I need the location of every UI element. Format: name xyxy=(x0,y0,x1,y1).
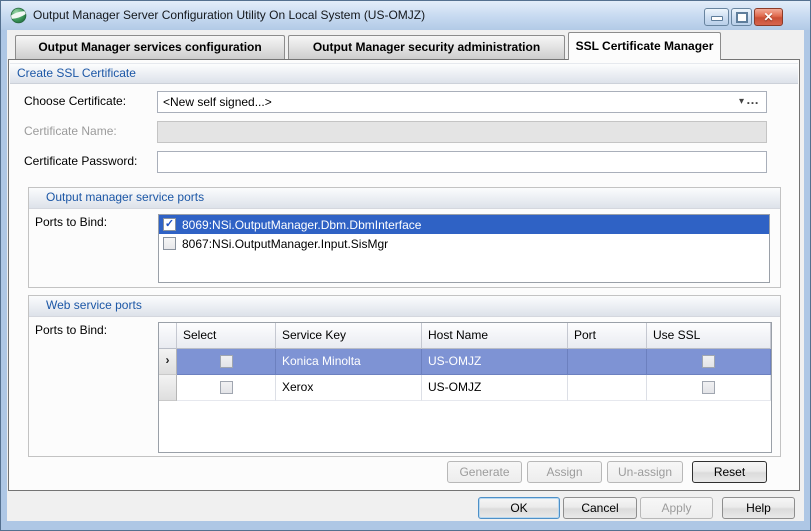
reset-button[interactable]: Reset xyxy=(692,461,767,483)
group-title: Web service ports xyxy=(46,298,142,312)
ports-to-bind-label: Ports to Bind: xyxy=(35,215,108,229)
tab-output-manager-services-configuration[interactable]: Output Manager services configuration xyxy=(15,35,285,59)
tab-label: SSL Certificate Manager xyxy=(575,39,714,53)
group-header: Web service ports xyxy=(29,296,780,317)
service-key-cell: Konica Minolta xyxy=(276,349,422,375)
use-ssl-cell xyxy=(647,349,771,375)
window: Output Manager Server Configuration Util… xyxy=(0,0,811,531)
row-indicator-header-cell xyxy=(159,323,177,349)
checkbox-unchecked-icon[interactable] xyxy=(219,381,233,394)
group-web-service-ports: Web service ports Ports to Bind: Select … xyxy=(28,295,781,457)
certificate-password-field[interactable] xyxy=(157,151,767,173)
checkbox-unchecked-icon[interactable] xyxy=(702,355,715,368)
unassign-button[interactable]: Un-assign xyxy=(607,461,683,483)
certificate-password-label: Certificate Password: xyxy=(24,154,138,168)
checkbox-unchecked-icon[interactable] xyxy=(163,237,176,250)
section-header-create-ssl-certificate: Create SSL Certificate xyxy=(10,63,798,84)
app-icon xyxy=(10,7,27,24)
certificate-name-field xyxy=(157,121,767,143)
table-row[interactable]: › Konica Minolta US-OMJZ xyxy=(159,349,771,375)
host-name-cell: US-OMJZ xyxy=(422,375,568,401)
dialog-client-area: Output Manager services configuration Ou… xyxy=(7,30,804,521)
minimize-icon xyxy=(710,16,723,21)
minimize-button[interactable] xyxy=(704,8,729,26)
column-header-host-name[interactable]: Host Name xyxy=(422,323,568,349)
ports-to-bind-label: Ports to Bind: xyxy=(35,323,108,337)
browse-ellipsis-button[interactable]: … xyxy=(746,92,760,107)
choose-certificate-label: Choose Certificate: xyxy=(24,94,127,108)
choose-certificate-value: <New self signed...> xyxy=(163,95,272,109)
generate-button[interactable]: Generate xyxy=(447,461,522,483)
tab-label: Output Manager security administration xyxy=(312,40,541,54)
list-item[interactable]: 8067:NSi.OutputManager.Input.SisMgr xyxy=(159,234,769,253)
cancel-button[interactable]: Cancel xyxy=(563,497,637,519)
certificate-password-input[interactable] xyxy=(158,152,766,172)
list-item[interactable]: ✓ 8069:NSi.OutputManager.Dbm.DbmInterfac… xyxy=(159,215,769,234)
close-button[interactable]: ✕ xyxy=(754,8,783,26)
chevron-down-icon[interactable]: ▾ xyxy=(739,92,744,111)
host-name-cell: US-OMJZ xyxy=(422,349,568,375)
group-output-manager-service-ports: Output manager service ports Ports to Bi… xyxy=(28,187,781,288)
tab-ssl-certificate-manager[interactable]: SSL Certificate Manager xyxy=(568,32,721,60)
row-indicator-icon: › xyxy=(159,349,177,375)
grid-header-row: Select Service Key Host Name Port Use SS… xyxy=(159,323,771,349)
group-header: Output manager service ports xyxy=(29,188,780,209)
list-item-label: 8067:NSi.OutputManager.Input.SisMgr xyxy=(182,236,389,251)
row-indicator-cell xyxy=(159,375,177,401)
port-cell xyxy=(568,349,647,375)
titlebar[interactable]: Output Manager Server Configuration Util… xyxy=(1,1,810,30)
tab-label: Output Manager services configuration xyxy=(38,40,262,54)
ssl-certificate-manager-page: Create SSL Certificate Choose Certificat… xyxy=(8,59,800,491)
choose-certificate-combobox[interactable]: <New self signed...> ▾ … xyxy=(157,91,767,113)
window-title: Output Manager Server Configuration Util… xyxy=(33,8,426,22)
use-ssl-cell xyxy=(647,375,771,401)
select-cell xyxy=(177,349,276,375)
help-button[interactable]: Help xyxy=(722,497,795,519)
select-cell xyxy=(177,375,276,401)
column-header-select[interactable]: Select xyxy=(177,323,276,349)
table-row[interactable]: Xerox US-OMJZ xyxy=(159,375,771,401)
column-header-service-key[interactable]: Service Key xyxy=(276,323,422,349)
tab-output-manager-security-administration[interactable]: Output Manager security administration xyxy=(288,35,565,59)
checkbox-checked-icon[interactable]: ✓ xyxy=(163,218,176,231)
checkbox-unchecked-icon[interactable] xyxy=(219,355,233,368)
column-header-port[interactable]: Port xyxy=(568,323,647,349)
checkbox-unchecked-icon[interactable] xyxy=(702,381,715,394)
list-item-label: 8069:NSi.OutputManager.Dbm.DbmInterface xyxy=(182,217,422,232)
port-cell xyxy=(568,375,647,401)
service-ports-listbox[interactable]: ✓ 8069:NSi.OutputManager.Dbm.DbmInterfac… xyxy=(158,214,770,283)
maximize-icon xyxy=(735,12,748,23)
apply-button[interactable]: Apply xyxy=(640,497,713,519)
section-title: Create SSL Certificate xyxy=(17,66,136,80)
ok-button[interactable]: OK xyxy=(478,497,560,519)
maximize-button[interactable] xyxy=(731,8,752,26)
certificate-name-label: Certificate Name: xyxy=(24,124,117,138)
certificate-name-input xyxy=(158,122,766,142)
service-key-cell: Xerox xyxy=(276,375,422,401)
assign-button[interactable]: Assign xyxy=(527,461,602,483)
group-title: Output manager service ports xyxy=(46,190,205,204)
column-header-use-ssl[interactable]: Use SSL xyxy=(647,323,771,349)
close-icon: ✕ xyxy=(763,10,774,24)
web-service-ports-grid[interactable]: Select Service Key Host Name Port Use SS… xyxy=(158,322,772,453)
